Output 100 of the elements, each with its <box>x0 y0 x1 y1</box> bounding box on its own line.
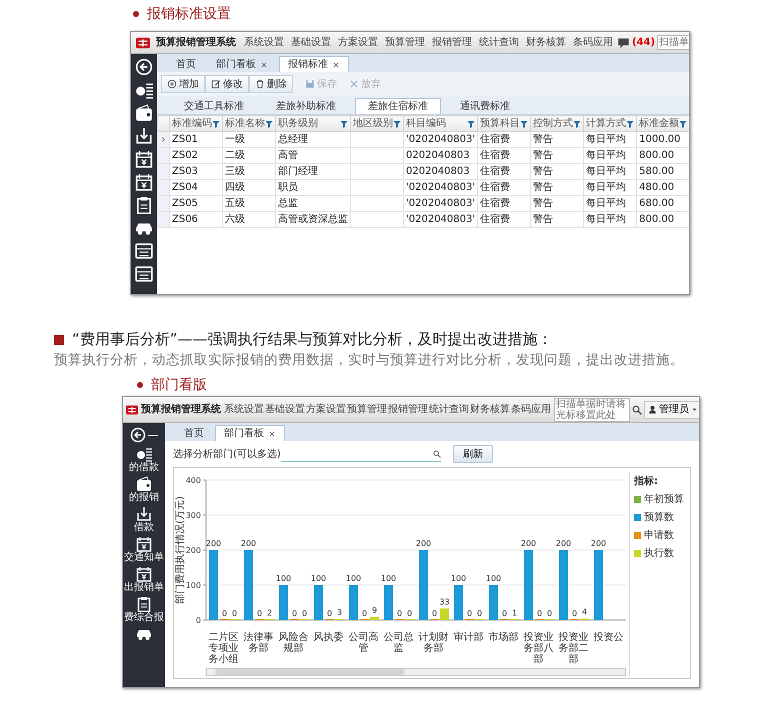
table-cell: 680.00 <box>636 196 689 212</box>
clipboard-icon[interactable] <box>135 196 153 214</box>
edit-button[interactable]: 修改 <box>205 75 249 93</box>
value-label: 100 <box>276 574 292 584</box>
menu-item[interactable]: 财务核算 <box>470 402 510 418</box>
value-label: 0 <box>546 609 552 618</box>
app-title: 预算报销管理系统 <box>156 36 236 50</box>
table-cell: 住宿费 <box>478 212 531 228</box>
calendar-icon[interactable] <box>135 173 153 191</box>
menu-item[interactable]: 方案设置 <box>338 35 378 50</box>
menu-item[interactable]: 报销管理 <box>432 35 472 50</box>
scan-field[interactable]: 扫描单据时请将光标移置此处 <box>554 398 630 422</box>
refresh-button[interactable]: 刷新 <box>452 445 493 464</box>
bar <box>559 550 568 620</box>
filter-icon[interactable] <box>467 120 476 128</box>
legend-label: 执行数 <box>644 546 674 562</box>
sidebar-label[interactable]: 的报销 <box>129 492 159 504</box>
menu-item[interactable]: 报销管理 <box>388 402 428 418</box>
tab[interactable]: 报销标准 <box>279 56 349 72</box>
table-cell: 四级 <box>222 180 276 196</box>
sub-tab[interactable]: 差旅补助标准 <box>263 98 349 114</box>
delete-button[interactable]: 删除 <box>249 75 293 93</box>
table-cell: 0202040803 <box>404 148 478 164</box>
value-label: 2 <box>266 608 272 618</box>
menu-item[interactable]: 系统设置 <box>224 402 264 418</box>
scan-field[interactable]: 扫描单 <box>657 35 689 50</box>
section-title: 报销标准设置 <box>147 6 231 22</box>
tab[interactable]: 部门看板 <box>207 56 277 72</box>
table-cell: 部门经理 <box>276 164 350 180</box>
sidebar-label[interactable]: 出报销单 <box>124 582 164 594</box>
menu-item[interactable]: 统计查询 <box>479 35 519 50</box>
table-cell: 580.00 <box>636 164 689 180</box>
table-cell: 警告 <box>530 180 584 196</box>
table-cell: 480.00 <box>636 180 689 196</box>
download-icon[interactable] <box>135 127 153 145</box>
sub-tab[interactable]: 差旅住宿标准 <box>355 98 441 114</box>
search-icon[interactable] <box>632 404 642 415</box>
arrow-circle-icon[interactable] <box>130 427 146 444</box>
value-label: 0 <box>396 609 402 618</box>
category-label: 投资业务部二部 <box>558 632 590 666</box>
filter-icon[interactable] <box>573 120 582 128</box>
filter-icon[interactable] <box>520 120 528 128</box>
table-cell: 高管 <box>276 148 350 164</box>
calendar-icon[interactable] <box>135 150 153 168</box>
sidebar-label[interactable]: 费综合报 <box>124 612 164 624</box>
user-menu[interactable]: 管理员 <box>644 400 699 419</box>
table-cell: ZS05 <box>170 196 222 212</box>
clipboard-icon[interactable] <box>136 596 152 612</box>
menu-item[interactable]: 方案设置 <box>306 402 346 418</box>
tab[interactable]: 首页 <box>175 425 213 442</box>
tab[interactable]: 首页 <box>167 56 205 72</box>
sidebar-label[interactable]: 借款 <box>134 522 154 534</box>
coin-list-icon[interactable] <box>136 446 152 462</box>
calendar-icon[interactable] <box>136 536 152 552</box>
value-label: 0 <box>222 609 228 618</box>
value-label: 200 <box>206 539 222 548</box>
scrollbar[interactable] <box>206 668 626 676</box>
search-icon[interactable] <box>432 450 441 458</box>
value-label: 100 <box>486 574 502 584</box>
category-label: 市场部 <box>488 632 520 646</box>
arrow-circle-icon[interactable] <box>135 58 153 76</box>
menu-item[interactable]: 预算管理 <box>385 35 425 50</box>
filter-icon[interactable] <box>679 120 688 128</box>
tab[interactable]: 部门看板 <box>215 425 285 442</box>
filter-icon[interactable] <box>265 120 273 128</box>
table-cell: 六级 <box>222 212 276 228</box>
calendar-icon[interactable] <box>136 566 152 582</box>
table-cell: '0202040803' <box>404 132 478 148</box>
filter-icon[interactable] <box>393 120 401 128</box>
close-icon[interactable] <box>260 60 268 68</box>
filter-icon[interactable] <box>626 120 634 128</box>
table-cell: 住宿费 <box>478 132 531 148</box>
close-icon[interactable] <box>332 60 340 68</box>
sub-tab[interactable]: 交通工具标准 <box>171 98 257 114</box>
bar <box>244 550 253 620</box>
menu-item[interactable]: 统计查询 <box>429 402 469 418</box>
wallet-icon[interactable] <box>136 476 152 492</box>
sub-tab[interactable]: 通讯费标准 <box>447 98 523 114</box>
card-icon[interactable] <box>135 265 153 283</box>
coin-list-icon[interactable] <box>135 81 153 99</box>
sidebar-label[interactable]: 的借款 <box>129 462 159 474</box>
menu-item[interactable]: 条码应用 <box>573 35 613 50</box>
filter-icon[interactable] <box>212 120 220 128</box>
wallet-icon[interactable] <box>135 104 153 122</box>
app-title: 预算报销管理系统 <box>141 402 221 418</box>
bar <box>419 550 428 620</box>
menu-item[interactable]: 财务核算 <box>526 35 566 50</box>
menu-item[interactable]: 基础设置 <box>265 402 305 418</box>
card-icon[interactable] <box>135 242 153 260</box>
menu-item[interactable]: 预算管理 <box>347 402 387 418</box>
menu-item[interactable]: 系统设置 <box>244 35 284 50</box>
column-header: 预算科目 <box>480 116 520 131</box>
download-icon[interactable] <box>136 506 152 522</box>
value-label: 0 <box>432 609 438 618</box>
menu-item[interactable]: 条码应用 <box>511 402 551 418</box>
menu-item[interactable]: 基础设置 <box>291 35 331 50</box>
add-button[interactable]: 增加 <box>161 75 205 93</box>
filter-icon[interactable] <box>340 120 348 128</box>
sidebar-label[interactable]: 交通知单 <box>124 552 164 564</box>
close-icon[interactable] <box>268 430 276 438</box>
